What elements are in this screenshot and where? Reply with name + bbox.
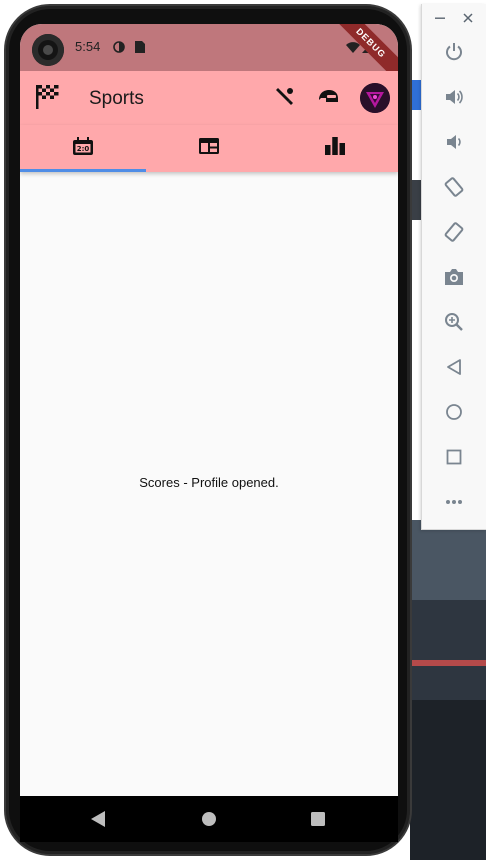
status-message: Scores - Profile opened. xyxy=(139,475,279,490)
sim-card-icon xyxy=(135,40,145,58)
home-icon[interactable] xyxy=(442,400,466,424)
back-icon[interactable] xyxy=(89,810,107,828)
avatar[interactable] xyxy=(360,83,390,113)
scoreboard-icon: 2:0 xyxy=(73,137,93,160)
back-icon[interactable] xyxy=(442,355,466,379)
helmet-icon[interactable] xyxy=(314,83,342,111)
recents-icon[interactable] xyxy=(309,810,327,828)
tab-scores[interactable]: 2:0 xyxy=(20,125,146,172)
app-title: Sports xyxy=(89,88,144,109)
navigation-bar xyxy=(20,796,398,842)
volume-down-icon[interactable] xyxy=(442,130,466,154)
emulator-toolbar xyxy=(421,4,486,530)
power-icon[interactable] xyxy=(442,40,466,64)
checkered-flag-icon[interactable] xyxy=(34,83,60,111)
bar-chart-icon xyxy=(325,137,345,160)
svg-text:2:0: 2:0 xyxy=(77,145,90,153)
main-content: Scores - Profile opened. xyxy=(20,172,398,796)
data-saver-icon xyxy=(113,40,125,58)
phone-screen: 5:54 DEBUG Sports 2:0 Scores - Profile o… xyxy=(20,24,398,796)
home-icon[interactable] xyxy=(200,810,218,828)
camera-icon[interactable] xyxy=(442,265,466,289)
minimize-icon[interactable] xyxy=(434,12,446,24)
volume-up-icon[interactable] xyxy=(442,85,466,109)
cricket-bat-icon[interactable] xyxy=(270,83,298,111)
status-bar: 5:54 DEBUG xyxy=(20,24,398,89)
status-time: 5:54 xyxy=(75,39,101,54)
overview-icon[interactable] xyxy=(442,445,466,469)
rotate-left-icon[interactable] xyxy=(442,175,466,199)
tab-bar: 2:0 xyxy=(20,125,398,172)
rotate-right-icon[interactable] xyxy=(442,220,466,244)
app-bar: Sports xyxy=(20,71,398,125)
front-camera xyxy=(32,34,64,66)
tab-standings[interactable] xyxy=(272,125,398,172)
more-icon[interactable] xyxy=(442,490,466,514)
tab-schedule[interactable] xyxy=(146,125,272,172)
schedule-icon xyxy=(199,138,219,159)
zoom-icon[interactable] xyxy=(442,310,466,334)
close-icon[interactable] xyxy=(462,12,474,24)
